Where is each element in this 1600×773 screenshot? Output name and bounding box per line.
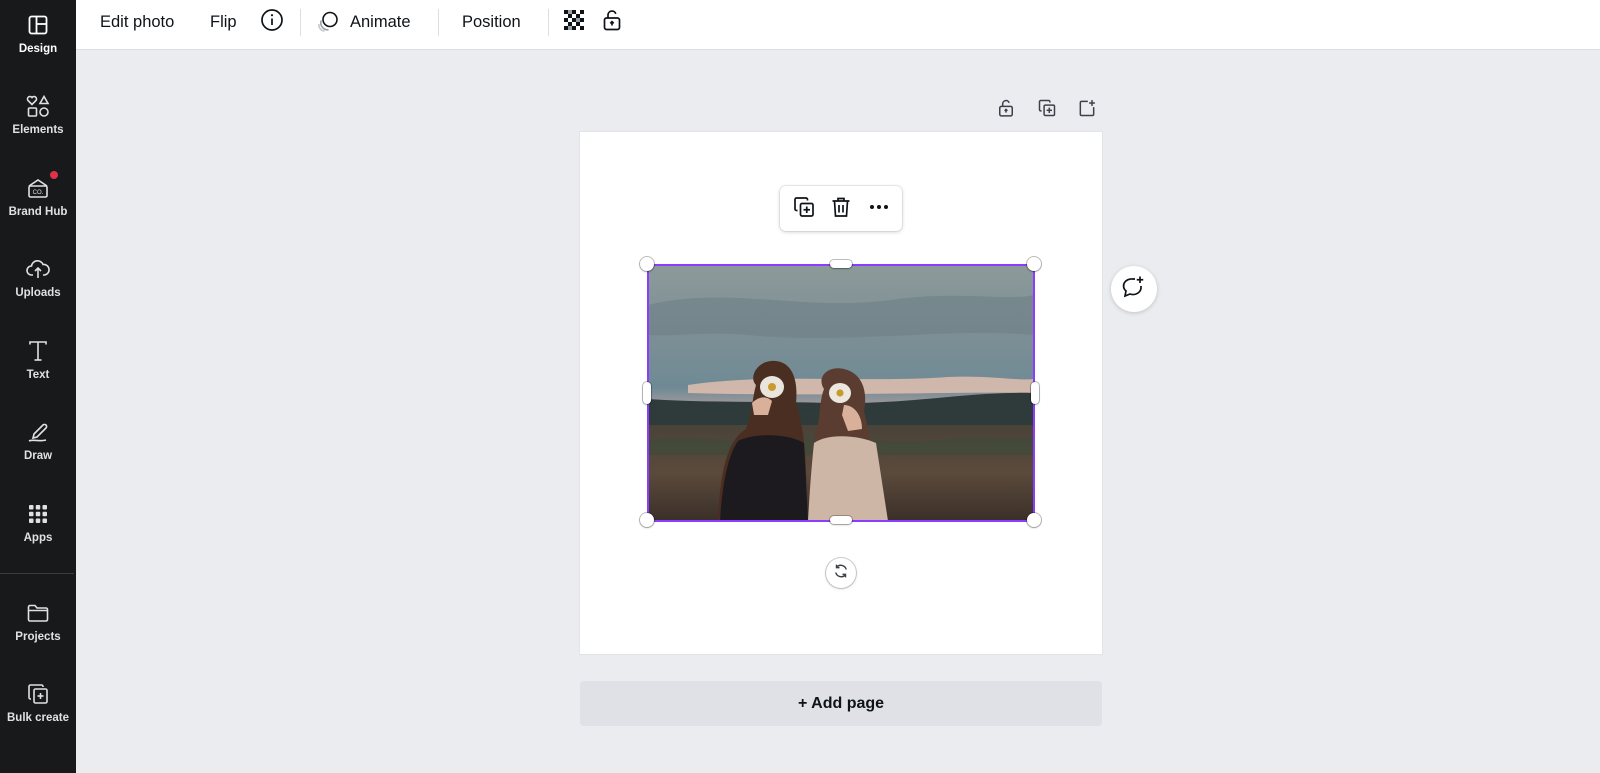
delete-element-button[interactable] xyxy=(827,195,855,223)
duplicate-element-button[interactable] xyxy=(790,195,818,223)
sidebar-item-label: Draw xyxy=(23,450,53,462)
add-page-button[interactable]: + Add page xyxy=(580,681,1102,726)
add-comment-button[interactable] xyxy=(1111,266,1157,312)
flip-button[interactable]: Flip xyxy=(210,0,237,44)
selected-photo[interactable] xyxy=(640,257,1041,527)
sidebar-item-label: Apps xyxy=(23,532,53,544)
sidebar-item-brand-hub[interactable]: CO. Brand Hub xyxy=(0,163,76,235)
duplicate-icon xyxy=(792,195,816,224)
sidebar-item-label: Design xyxy=(18,43,58,55)
resize-handle-top-left[interactable] xyxy=(640,257,654,271)
more-horizontal-icon xyxy=(867,195,891,224)
layout-icon xyxy=(25,12,51,38)
unlock-icon xyxy=(996,98,1016,123)
animate-button[interactable]: Animate xyxy=(316,0,411,44)
bulk-create-icon xyxy=(25,681,51,707)
sidebar-item-design[interactable]: Design xyxy=(0,0,76,72)
sidebar-item-apps[interactable]: Apps xyxy=(0,489,76,561)
text-icon xyxy=(25,338,51,364)
shapes-icon xyxy=(25,93,51,119)
edit-photo-button[interactable]: Edit photo xyxy=(100,0,174,44)
lock-button[interactable] xyxy=(600,0,624,44)
transparency-button[interactable] xyxy=(562,0,586,44)
folder-icon xyxy=(25,600,51,626)
trash-icon xyxy=(829,195,853,224)
sidebar-item-projects[interactable]: Projects xyxy=(0,588,76,660)
sidebar-item-text[interactable]: Text xyxy=(0,326,76,398)
animate-label: Animate xyxy=(350,12,411,31)
sidebar-item-label: Projects xyxy=(15,631,61,643)
add-page-button-top[interactable] xyxy=(1075,98,1099,122)
cloud-upload-icon xyxy=(25,256,51,282)
sidebar-item-label: Text xyxy=(26,369,50,381)
pen-icon xyxy=(25,419,51,445)
svg-text:CO.: CO. xyxy=(33,190,44,196)
grid-icon xyxy=(25,501,51,527)
duplicate-icon xyxy=(1037,98,1057,123)
toolbar-divider xyxy=(548,9,549,36)
resize-handle-left[interactable] xyxy=(643,382,651,404)
rotate-icon xyxy=(832,562,850,585)
sidebar-item-elements[interactable]: Elements xyxy=(0,81,76,153)
sidebar-item-label: Elements xyxy=(12,124,64,136)
sidebar-item-label: Brand Hub xyxy=(8,206,68,218)
resize-handle-bottom-left[interactable] xyxy=(640,513,654,527)
position-button[interactable]: Position xyxy=(462,0,521,44)
editor-toolbar: Edit photo Flip Animate Position xyxy=(76,0,1600,50)
sidebar-divider xyxy=(0,573,74,574)
sidebar-item-draw[interactable]: Draw xyxy=(0,407,76,479)
duplicate-page-button[interactable] xyxy=(1035,98,1059,122)
left-sidebar: Design Elements CO. Brand Hub Uploads Te… xyxy=(0,0,76,773)
resize-handle-bottom[interactable] xyxy=(830,516,852,524)
add-page-icon xyxy=(1077,98,1097,123)
photo-image xyxy=(648,265,1034,521)
toolbar-divider xyxy=(438,9,439,36)
notification-dot xyxy=(50,171,58,179)
brand-icon: CO. xyxy=(25,175,51,201)
comment-add-icon xyxy=(1121,274,1147,305)
animate-icon xyxy=(316,10,340,34)
more-options-button[interactable] xyxy=(865,195,893,223)
info-button[interactable] xyxy=(260,0,284,44)
rotate-handle[interactable] xyxy=(826,558,856,588)
resize-handle-bottom-right[interactable] xyxy=(1027,513,1041,527)
toolbar-divider xyxy=(300,9,301,36)
transparency-icon xyxy=(562,8,586,37)
resize-handle-top[interactable] xyxy=(830,260,852,268)
sidebar-item-label: Bulk create xyxy=(6,712,69,724)
lock-page-button[interactable] xyxy=(994,98,1018,122)
resize-handle-right[interactable] xyxy=(1031,382,1039,404)
unlock-icon xyxy=(600,8,624,37)
sidebar-item-label: Uploads xyxy=(15,287,61,299)
element-context-menu xyxy=(780,186,902,231)
info-icon xyxy=(260,8,284,37)
sidebar-item-uploads[interactable]: Uploads xyxy=(0,244,76,316)
resize-handle-top-right[interactable] xyxy=(1027,257,1041,271)
sidebar-item-bulk-create[interactable]: Bulk create xyxy=(0,669,76,741)
